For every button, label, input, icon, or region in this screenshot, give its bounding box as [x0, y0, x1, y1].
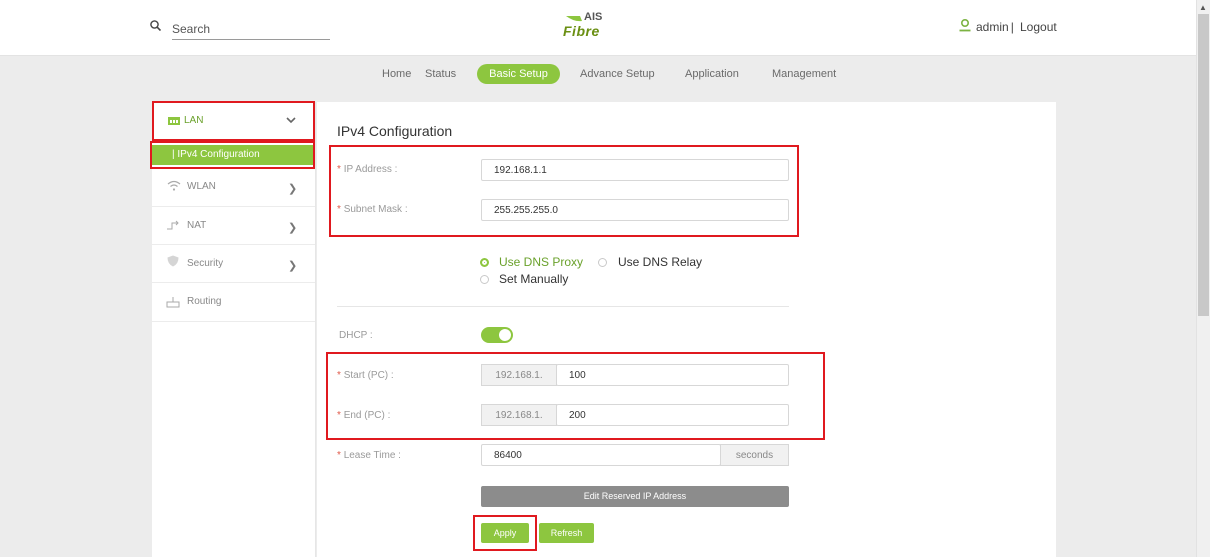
chevron-right-icon[interactable]: ❯ — [288, 221, 297, 234]
nat-icon — [167, 220, 179, 230]
logo-text-ais: AIS — [584, 11, 603, 23]
sidebar-label-routing: Routing — [187, 296, 222, 307]
search-input[interactable] — [172, 19, 330, 40]
sidebar-label-security: Security — [187, 258, 224, 269]
edit-reserved-ip-button[interactable]: Edit Reserved IP Address — [481, 486, 789, 507]
router-icon — [166, 297, 180, 308]
highlight-box-dhcp-range — [326, 352, 825, 440]
chevron-right-icon[interactable]: ❯ — [288, 182, 297, 195]
username-label: admin | — [976, 20, 1014, 34]
nav-application[interactable]: Application — [685, 68, 739, 80]
user-icon — [959, 18, 971, 32]
chevron-right-icon[interactable]: ❯ — [288, 259, 297, 272]
nav-home[interactable]: Home — [382, 68, 411, 80]
lease-time-input[interactable]: 86400 — [481, 444, 721, 466]
scrollbar-thumb[interactable] — [1198, 14, 1209, 316]
lease-time-unit: seconds — [720, 444, 789, 466]
nav-advance-setup[interactable]: Advance Setup — [580, 68, 655, 80]
nav-status[interactable]: Status — [425, 68, 456, 80]
highlight-box-ipv4 — [150, 141, 315, 169]
sidebar-label-nat: NAT — [187, 220, 207, 231]
label-set-manually: Set Manually — [499, 272, 569, 286]
nav-basic-setup[interactable]: Basic Setup — [477, 64, 560, 84]
highlight-box-lan — [152, 101, 315, 141]
wifi-icon — [167, 180, 181, 191]
page-title: IPv4 Configuration — [337, 123, 453, 139]
highlight-box-ip-subnet — [329, 145, 799, 237]
radio-use-dns-relay[interactable] — [598, 258, 607, 267]
nav-management[interactable]: Management — [772, 68, 836, 80]
dhcp-label: DHCP : — [339, 330, 373, 341]
dhcp-toggle-knob — [499, 329, 511, 341]
logo-text-fibre: Fibre — [563, 23, 600, 39]
logout-link[interactable]: Logout — [1020, 20, 1057, 34]
radio-set-manually[interactable] — [480, 275, 489, 284]
shield-icon — [167, 255, 179, 267]
sidebar-label-wlan: WLAN — [187, 181, 216, 192]
refresh-button[interactable]: Refresh — [539, 523, 594, 543]
radio-use-dns-proxy[interactable] — [480, 258, 489, 267]
highlight-box-apply — [473, 515, 537, 551]
search-icon[interactable] — [150, 20, 161, 31]
scroll-up-icon[interactable]: ▲ — [1199, 3, 1207, 12]
label-use-dns-relay: Use DNS Relay — [618, 255, 703, 269]
section-divider — [337, 306, 789, 307]
label-use-dns-proxy: Use DNS Proxy — [499, 255, 584, 269]
lease-time-label: * Lease Time : — [337, 450, 401, 461]
